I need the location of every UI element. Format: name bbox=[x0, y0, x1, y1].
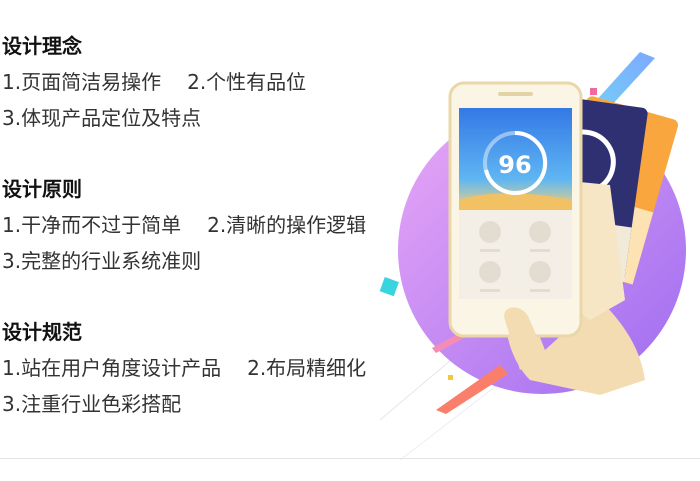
app-icon bbox=[529, 261, 551, 283]
app-label-bar bbox=[480, 249, 500, 252]
phone-speaker bbox=[498, 92, 533, 96]
app-icon bbox=[529, 221, 551, 243]
app-label-bar bbox=[530, 249, 550, 252]
pink-square bbox=[590, 88, 597, 95]
app-icon bbox=[479, 261, 501, 283]
cyan-square bbox=[379, 277, 399, 297]
illustration-art bbox=[379, 52, 686, 461]
phone-illustration: 96 bbox=[0, 0, 700, 481]
score-value: 96 bbox=[498, 151, 532, 179]
yellow-square bbox=[448, 375, 453, 380]
bottom-divider bbox=[0, 458, 700, 459]
app-icon bbox=[479, 221, 501, 243]
app-label-bar bbox=[530, 289, 550, 292]
app-label-bar bbox=[480, 289, 500, 292]
